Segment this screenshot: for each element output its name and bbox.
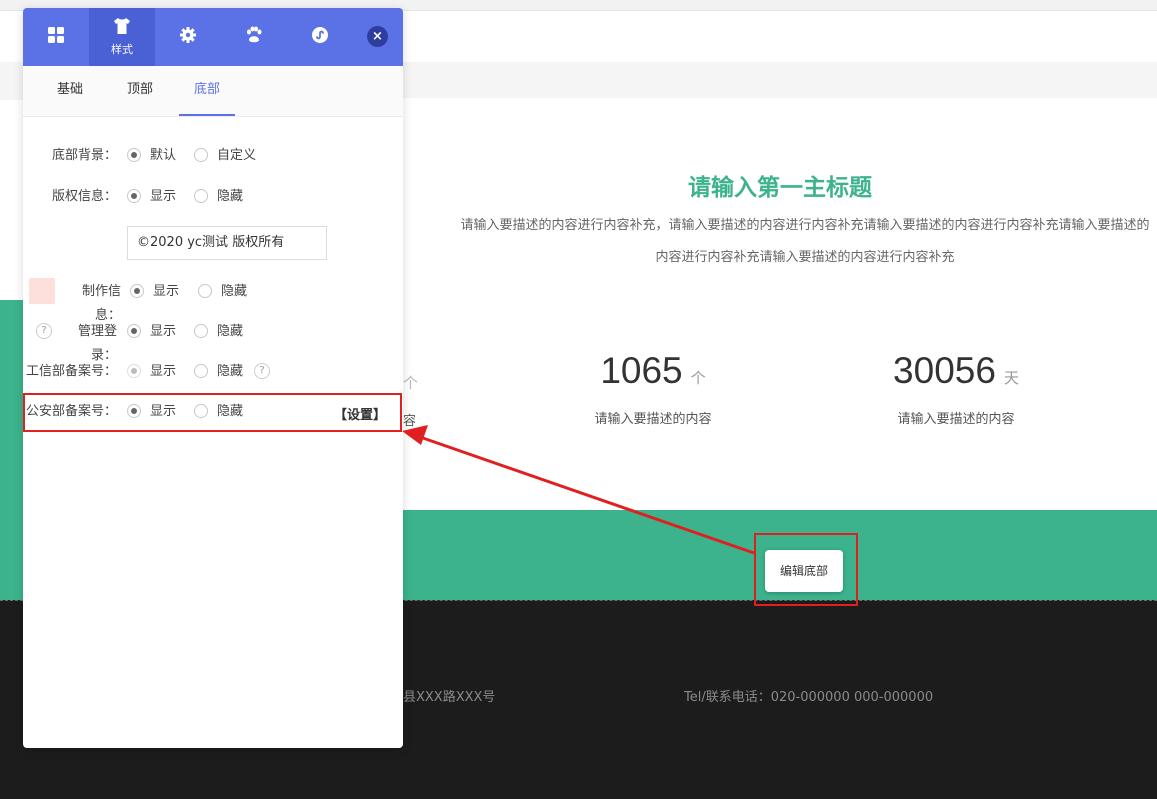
- stat-label: 请输入要描述的内容: [594, 412, 712, 427]
- radio-label: 自定义: [217, 148, 257, 163]
- tab-settings[interactable]: [155, 8, 221, 66]
- radio-label: 隐藏: [217, 364, 244, 379]
- stat-unit: 天: [1003, 369, 1019, 387]
- stat-label: 请输入要描述的内容: [897, 412, 1015, 427]
- row-footer-background: 底部背景： 默认 自定义: [23, 144, 403, 168]
- link-icon: [311, 26, 329, 48]
- help-icon[interactable]: ?: [254, 363, 270, 379]
- stat-partial-unit: 个: [403, 374, 419, 392]
- radio-label: 显示: [150, 324, 177, 339]
- highlight-box-police-row: [23, 393, 402, 432]
- stat-item: 30056 天 请输入要描述的内容: [856, 350, 1056, 427]
- tab-style-label: 样式: [111, 42, 133, 56]
- row-maker-info: 制作信息： 显示 隐藏: [23, 280, 403, 323]
- radio-hide[interactable]: [194, 324, 208, 338]
- row-label: 工信部备案号：: [25, 364, 117, 379]
- radio-label: 显示: [153, 284, 180, 299]
- footer-tel: Tel/联系电话：020-000000 000-000000: [684, 690, 934, 705]
- radio-custom[interactable]: [194, 148, 208, 162]
- subtab-top[interactable]: 顶部: [119, 66, 161, 116]
- radio-label: 默认: [150, 148, 177, 163]
- tab-layout[interactable]: [23, 8, 89, 66]
- tab-style[interactable]: 样式: [89, 8, 155, 66]
- radio-hide[interactable]: [194, 364, 208, 378]
- radio-label: 显示: [150, 189, 177, 204]
- tab-mini-program[interactable]: [287, 8, 353, 66]
- row-admin-login: ? 管理登录： 显示 隐藏: [23, 320, 403, 363]
- close-icon[interactable]: ×: [367, 26, 388, 47]
- row-label: 制作信息：: [81, 284, 121, 323]
- help-icon[interactable]: ?: [36, 323, 52, 339]
- stat-unit: 个: [690, 369, 706, 387]
- stat-value: 30056: [893, 350, 996, 391]
- subtab-bar: 基础 顶部 底部: [23, 66, 403, 117]
- radio-hide[interactable]: [198, 284, 212, 298]
- copyright-input[interactable]: ©2020 yc测试 版权所有: [127, 226, 327, 260]
- gear-icon: [179, 26, 197, 48]
- stat-partial-label: 容: [403, 414, 417, 429]
- row-copyright: 版权信息： 显示 隐藏: [23, 185, 403, 209]
- stat-item: 1065 个 请输入要描述的内容: [560, 350, 746, 427]
- radio-show[interactable]: [127, 189, 141, 203]
- tshirt-icon: [113, 17, 131, 38]
- subtab-footer[interactable]: 底部: [179, 66, 235, 116]
- radio-show[interactable]: [127, 364, 141, 378]
- content-card: [403, 98, 1157, 510]
- row-label: 版权信息：: [51, 189, 117, 204]
- tab-pets[interactable]: [221, 8, 287, 66]
- radio-default[interactable]: [127, 148, 141, 162]
- paw-icon: [245, 26, 263, 48]
- radio-hide[interactable]: [194, 189, 208, 203]
- main-title: 请输入第一主标题: [688, 175, 872, 201]
- row-label: 管理登录：: [77, 324, 117, 363]
- radio-label: 显示: [150, 364, 177, 379]
- grid-icon: [47, 26, 65, 48]
- row-label: 底部背景：: [51, 148, 117, 163]
- footer-address: 县XXX路XXX号: [403, 690, 496, 705]
- radio-label: 隐藏: [217, 189, 244, 204]
- main-description: 请输入要描述的内容进行内容补充，请输入要描述的内容进行内容补充请输入要描述的内容…: [460, 218, 1150, 265]
- settings-panel: 样式 × 基础 顶部 底部 底部背景： 默认 自定义 版权信息： 显示 隐藏 ©…: [23, 8, 403, 748]
- radio-label: 隐藏: [217, 324, 244, 339]
- radio-show[interactable]: [127, 324, 141, 338]
- radio-label: 隐藏: [221, 284, 248, 299]
- panel-header: 样式 ×: [23, 8, 403, 66]
- row-icp-record: 工信部备案号： 显示 隐藏 ?: [23, 360, 403, 384]
- subtab-basic[interactable]: 基础: [49, 66, 91, 116]
- radio-show[interactable]: [130, 284, 144, 298]
- stat-value: 1065: [600, 350, 683, 391]
- highlight-box-edit-button: [754, 533, 858, 606]
